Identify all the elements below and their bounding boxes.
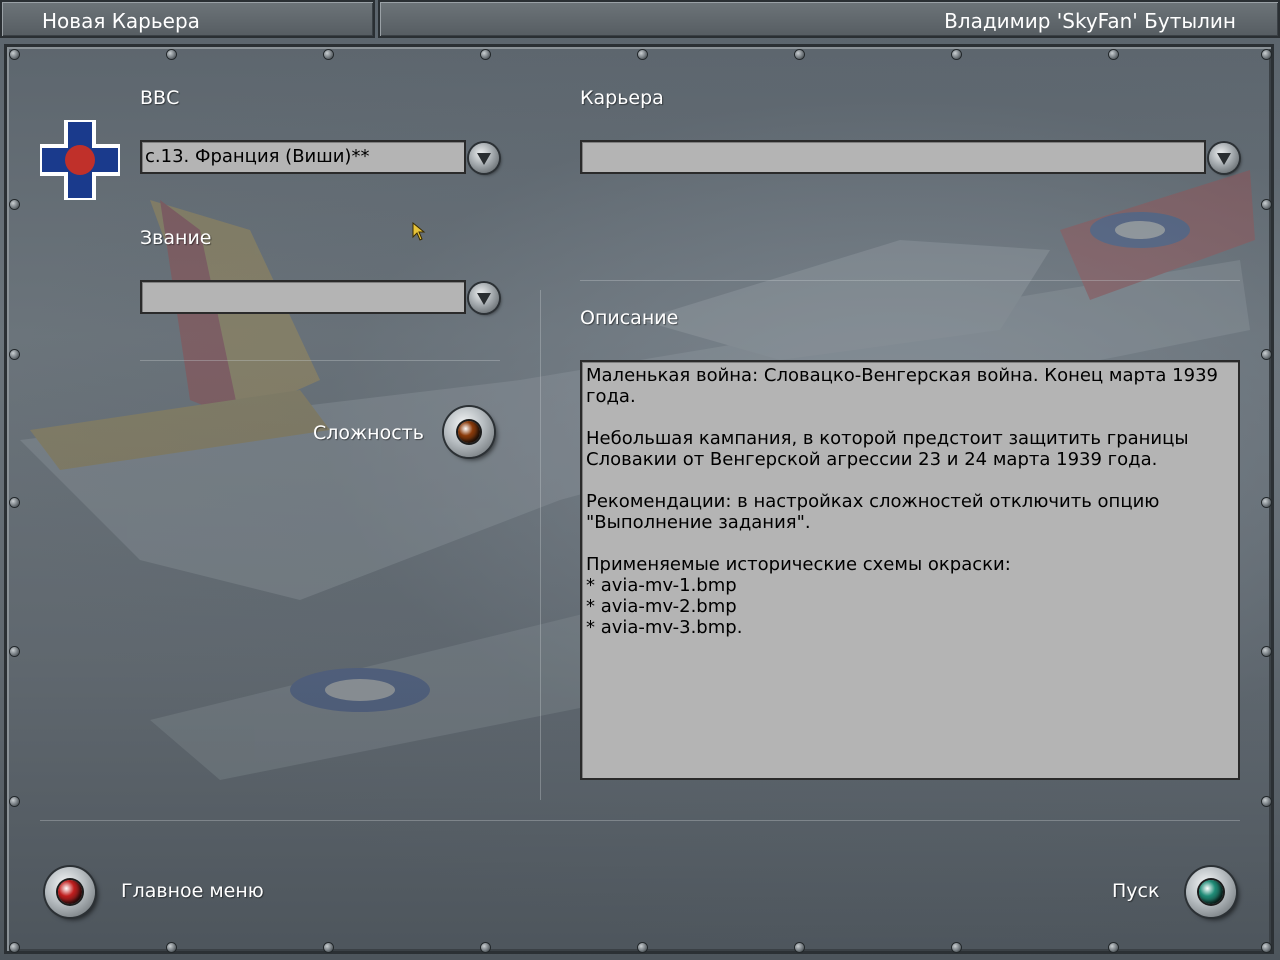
- screen-title: Новая Карьера: [0, 0, 375, 38]
- career-select[interactable]: [580, 140, 1206, 174]
- lamp-icon: [1199, 880, 1223, 904]
- airforce-select[interactable]: с.13. Франция (Виши)**: [140, 140, 466, 174]
- rivet: [1262, 647, 1271, 656]
- description-paragraph: Маленькая война: Словацко-Венгерская вой…: [586, 365, 1218, 407]
- airforce-dropdown-button[interactable]: [469, 143, 499, 173]
- rank-label: Звание: [140, 227, 212, 249]
- description-paragraph: Применяемые исторические схемы окраски: …: [586, 554, 1011, 638]
- chevron-down-icon: [1217, 153, 1231, 165]
- airforce-emblem-icon: [40, 120, 120, 200]
- vertical-divider: [540, 290, 541, 800]
- left-divider: [140, 360, 500, 361]
- start-button[interactable]: [1186, 867, 1236, 917]
- pilot-name: Владимир 'SkyFan' Бутылин: [378, 0, 1280, 38]
- difficulty-label: Сложность: [313, 422, 424, 444]
- rivet: [795, 50, 804, 59]
- rivet: [324, 943, 333, 952]
- new-career-screen: Новая Карьера Владимир 'SkyFan' Бутылин …: [0, 0, 1280, 960]
- description-paragraph: Небольшая кампания, в которой предстоит …: [586, 428, 1189, 470]
- main-menu-button[interactable]: [45, 867, 95, 917]
- rivet: [1262, 498, 1271, 507]
- lamp-icon: [458, 421, 480, 443]
- rivet: [10, 498, 19, 507]
- rivet: [481, 50, 490, 59]
- mouse-cursor-icon: [412, 222, 426, 241]
- chevron-down-icon: [477, 293, 491, 305]
- career-label: Карьера: [580, 87, 664, 109]
- rivet: [10, 797, 19, 806]
- airforce-label: ВВС: [140, 87, 180, 109]
- rivet: [952, 50, 961, 59]
- lamp-icon: [58, 880, 82, 904]
- rivet: [481, 943, 490, 952]
- rivet: [952, 943, 961, 952]
- rivet: [10, 943, 19, 952]
- rivet: [167, 943, 176, 952]
- rivet: [10, 200, 19, 209]
- rivet: [10, 647, 19, 656]
- rivet: [1262, 50, 1271, 59]
- description-text-box: Маленькая война: Словацко-Венгерская вой…: [580, 360, 1240, 780]
- rivet: [1109, 943, 1118, 952]
- chevron-down-icon: [477, 153, 491, 165]
- main-menu-label[interactable]: Главное меню: [121, 880, 264, 902]
- right-divider: [580, 280, 1240, 281]
- rivet: [10, 50, 19, 59]
- footer-divider: [40, 820, 1240, 821]
- rivet: [1262, 200, 1271, 209]
- rivet: [1262, 350, 1271, 359]
- rivet: [1109, 50, 1118, 59]
- rank-dropdown-button[interactable]: [469, 283, 499, 313]
- rivet: [638, 50, 647, 59]
- rivet: [324, 50, 333, 59]
- rivet: [795, 943, 804, 952]
- difficulty-button[interactable]: [444, 407, 494, 457]
- rivet: [638, 943, 647, 952]
- career-dropdown-button[interactable]: [1209, 143, 1239, 173]
- rivet: [10, 350, 19, 359]
- rivet: [1262, 797, 1271, 806]
- rank-select[interactable]: [140, 280, 466, 314]
- description-label: Описание: [580, 307, 679, 329]
- rivet: [1262, 943, 1271, 952]
- start-label[interactable]: Пуск: [1112, 880, 1159, 902]
- rivet: [167, 50, 176, 59]
- description-paragraph: Рекомендации: в настройках сложностей от…: [586, 491, 1160, 533]
